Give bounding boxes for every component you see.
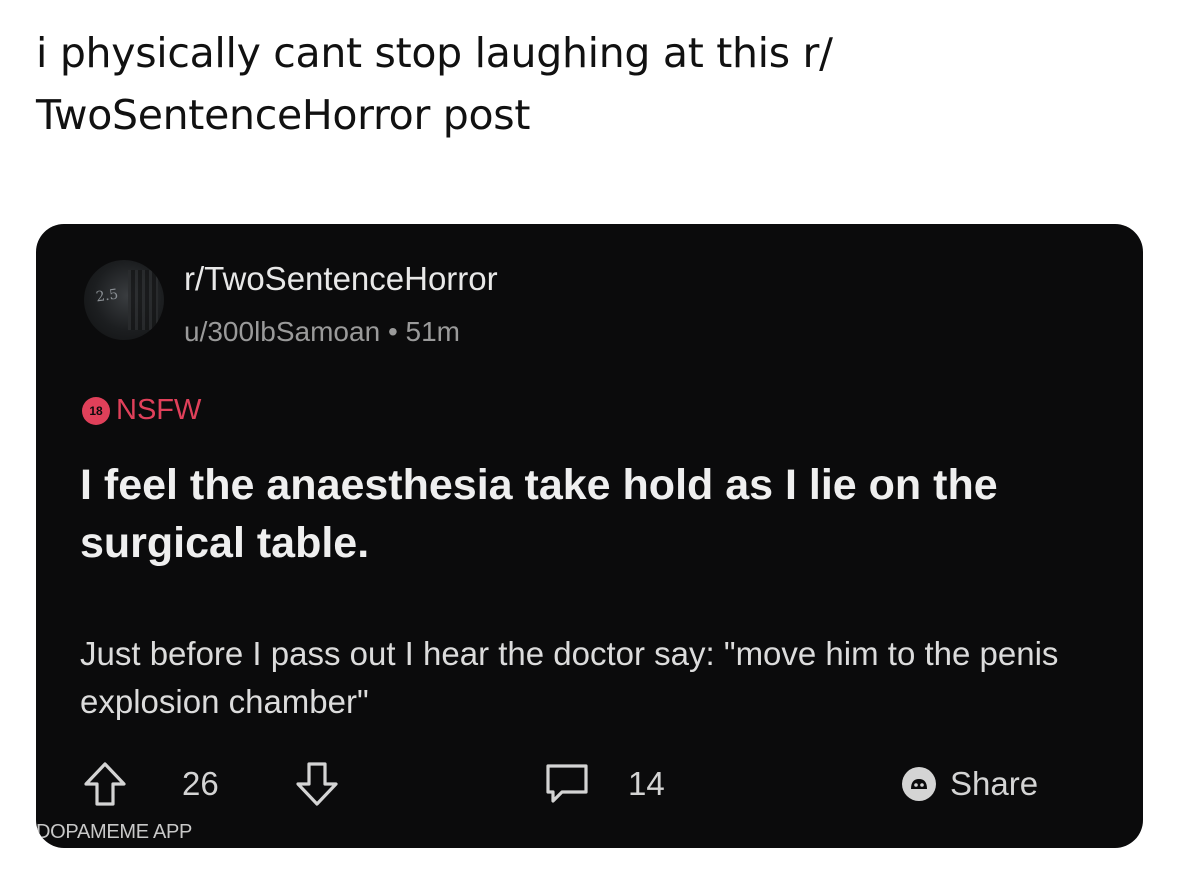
comment-button[interactable] <box>542 754 592 814</box>
post-body: Just before I pass out I hear the doctor… <box>80 635 1059 720</box>
upvote-count: 26 <box>182 765 219 802</box>
nsfw-tag: 18 NSFW <box>82 394 201 427</box>
meta-separator: • <box>387 316 398 347</box>
upvote-button[interactable] <box>82 754 128 814</box>
comment-count: 14 <box>628 765 665 802</box>
share-icon <box>902 767 936 801</box>
comment-bubble-icon <box>546 764 588 803</box>
nsfw-label: NSFW <box>116 394 202 426</box>
arrow-up-icon <box>84 762 126 806</box>
share-label: Share <box>950 765 1039 802</box>
downvote-button[interactable] <box>294 754 340 814</box>
post-title: I feel the anaesthesia take hold as I li… <box>80 461 998 567</box>
author-name[interactable]: u/300lbSamoan <box>184 316 380 347</box>
subreddit-avatar[interactable]: 2.5 <box>84 260 164 340</box>
avatar-label: 2.5 <box>94 286 120 306</box>
post-meta: u/300lbSamoan • 51m <box>184 316 460 348</box>
tweet-text: i physically cant stop laughing at this … <box>36 29 833 139</box>
app-watermark: DOPAMEME APP <box>36 821 193 843</box>
post-actions: 26 14 Share <box>36 754 1143 814</box>
subreddit-name[interactable]: r/TwoSentenceHorror <box>184 260 498 298</box>
nsfw-18-icon: 18 <box>82 396 110 425</box>
avatar-image <box>128 270 158 330</box>
share-button[interactable]: Share <box>902 754 1038 814</box>
reddit-post-card[interactable]: 2.5 r/TwoSentenceHorror u/300lbSamoan • … <box>36 224 1143 848</box>
post-time: 51m <box>405 316 460 347</box>
arrow-down-icon <box>296 762 338 806</box>
